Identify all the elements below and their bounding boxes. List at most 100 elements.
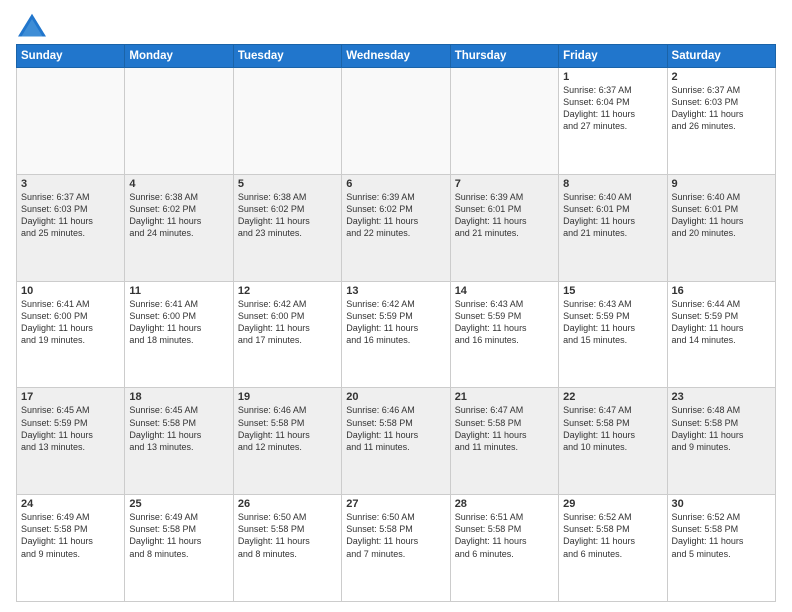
table-row: 12Sunrise: 6:42 AM Sunset: 6:00 PM Dayli… xyxy=(233,281,341,388)
day-number: 24 xyxy=(21,498,120,510)
table-row: 3Sunrise: 6:37 AM Sunset: 6:03 PM Daylig… xyxy=(17,174,125,281)
day-info: Sunrise: 6:43 AM Sunset: 5:59 PM Dayligh… xyxy=(455,298,554,347)
day-number: 1 xyxy=(563,71,662,83)
day-info: Sunrise: 6:42 AM Sunset: 6:00 PM Dayligh… xyxy=(238,298,337,347)
day-info: Sunrise: 6:49 AM Sunset: 5:58 PM Dayligh… xyxy=(129,511,228,560)
day-number: 16 xyxy=(672,285,771,297)
day-number: 2 xyxy=(672,71,771,83)
day-info: Sunrise: 6:44 AM Sunset: 5:59 PM Dayligh… xyxy=(672,298,771,347)
day-header-saturday: Saturday xyxy=(667,45,775,68)
table-row xyxy=(342,68,450,175)
day-info: Sunrise: 6:38 AM Sunset: 6:02 PM Dayligh… xyxy=(129,191,228,240)
day-header-wednesday: Wednesday xyxy=(342,45,450,68)
table-row: 1Sunrise: 6:37 AM Sunset: 6:04 PM Daylig… xyxy=(559,68,667,175)
day-info: Sunrise: 6:43 AM Sunset: 5:59 PM Dayligh… xyxy=(563,298,662,347)
logo xyxy=(16,12,52,40)
calendar-week-4: 17Sunrise: 6:45 AM Sunset: 5:59 PM Dayli… xyxy=(17,388,776,495)
table-row: 5Sunrise: 6:38 AM Sunset: 6:02 PM Daylig… xyxy=(233,174,341,281)
day-number: 22 xyxy=(563,391,662,403)
table-row xyxy=(17,68,125,175)
page: SundayMondayTuesdayWednesdayThursdayFrid… xyxy=(0,0,792,612)
calendar-table: SundayMondayTuesdayWednesdayThursdayFrid… xyxy=(16,44,776,602)
day-number: 3 xyxy=(21,178,120,190)
day-info: Sunrise: 6:40 AM Sunset: 6:01 PM Dayligh… xyxy=(672,191,771,240)
day-info: Sunrise: 6:51 AM Sunset: 5:58 PM Dayligh… xyxy=(455,511,554,560)
day-info: Sunrise: 6:52 AM Sunset: 5:58 PM Dayligh… xyxy=(563,511,662,560)
day-header-friday: Friday xyxy=(559,45,667,68)
day-info: Sunrise: 6:46 AM Sunset: 5:58 PM Dayligh… xyxy=(346,404,445,453)
header-row: SundayMondayTuesdayWednesdayThursdayFrid… xyxy=(17,45,776,68)
day-info: Sunrise: 6:38 AM Sunset: 6:02 PM Dayligh… xyxy=(238,191,337,240)
table-row: 4Sunrise: 6:38 AM Sunset: 6:02 PM Daylig… xyxy=(125,174,233,281)
day-number: 26 xyxy=(238,498,337,510)
day-info: Sunrise: 6:49 AM Sunset: 5:58 PM Dayligh… xyxy=(21,511,120,560)
table-row: 13Sunrise: 6:42 AM Sunset: 5:59 PM Dayli… xyxy=(342,281,450,388)
calendar-week-5: 24Sunrise: 6:49 AM Sunset: 5:58 PM Dayli… xyxy=(17,495,776,602)
day-number: 15 xyxy=(563,285,662,297)
calendar-week-1: 1Sunrise: 6:37 AM Sunset: 6:04 PM Daylig… xyxy=(17,68,776,175)
day-number: 28 xyxy=(455,498,554,510)
day-header-monday: Monday xyxy=(125,45,233,68)
day-number: 10 xyxy=(21,285,120,297)
day-number: 17 xyxy=(21,391,120,403)
table-row: 2Sunrise: 6:37 AM Sunset: 6:03 PM Daylig… xyxy=(667,68,775,175)
day-number: 5 xyxy=(238,178,337,190)
day-number: 19 xyxy=(238,391,337,403)
day-info: Sunrise: 6:50 AM Sunset: 5:58 PM Dayligh… xyxy=(238,511,337,560)
day-number: 11 xyxy=(129,285,228,297)
day-info: Sunrise: 6:45 AM Sunset: 5:59 PM Dayligh… xyxy=(21,404,120,453)
logo-icon xyxy=(16,12,48,40)
day-info: Sunrise: 6:45 AM Sunset: 5:58 PM Dayligh… xyxy=(129,404,228,453)
day-number: 12 xyxy=(238,285,337,297)
header xyxy=(16,12,776,40)
table-row: 7Sunrise: 6:39 AM Sunset: 6:01 PM Daylig… xyxy=(450,174,558,281)
day-number: 7 xyxy=(455,178,554,190)
table-row: 23Sunrise: 6:48 AM Sunset: 5:58 PM Dayli… xyxy=(667,388,775,495)
day-info: Sunrise: 6:41 AM Sunset: 6:00 PM Dayligh… xyxy=(129,298,228,347)
table-row: 20Sunrise: 6:46 AM Sunset: 5:58 PM Dayli… xyxy=(342,388,450,495)
day-number: 29 xyxy=(563,498,662,510)
day-number: 6 xyxy=(346,178,445,190)
table-row: 16Sunrise: 6:44 AM Sunset: 5:59 PM Dayli… xyxy=(667,281,775,388)
table-row xyxy=(125,68,233,175)
day-number: 25 xyxy=(129,498,228,510)
table-row: 17Sunrise: 6:45 AM Sunset: 5:59 PM Dayli… xyxy=(17,388,125,495)
day-info: Sunrise: 6:37 AM Sunset: 6:03 PM Dayligh… xyxy=(21,191,120,240)
table-row: 9Sunrise: 6:40 AM Sunset: 6:01 PM Daylig… xyxy=(667,174,775,281)
day-number: 27 xyxy=(346,498,445,510)
day-number: 21 xyxy=(455,391,554,403)
day-number: 9 xyxy=(672,178,771,190)
day-number: 23 xyxy=(672,391,771,403)
day-number: 13 xyxy=(346,285,445,297)
table-row: 30Sunrise: 6:52 AM Sunset: 5:58 PM Dayli… xyxy=(667,495,775,602)
table-row: 18Sunrise: 6:45 AM Sunset: 5:58 PM Dayli… xyxy=(125,388,233,495)
table-row: 14Sunrise: 6:43 AM Sunset: 5:59 PM Dayli… xyxy=(450,281,558,388)
day-number: 14 xyxy=(455,285,554,297)
day-number: 4 xyxy=(129,178,228,190)
day-info: Sunrise: 6:52 AM Sunset: 5:58 PM Dayligh… xyxy=(672,511,771,560)
day-info: Sunrise: 6:47 AM Sunset: 5:58 PM Dayligh… xyxy=(455,404,554,453)
table-row: 29Sunrise: 6:52 AM Sunset: 5:58 PM Dayli… xyxy=(559,495,667,602)
table-row: 28Sunrise: 6:51 AM Sunset: 5:58 PM Dayli… xyxy=(450,495,558,602)
day-info: Sunrise: 6:42 AM Sunset: 5:59 PM Dayligh… xyxy=(346,298,445,347)
table-row: 27Sunrise: 6:50 AM Sunset: 5:58 PM Dayli… xyxy=(342,495,450,602)
day-info: Sunrise: 6:40 AM Sunset: 6:01 PM Dayligh… xyxy=(563,191,662,240)
table-row: 8Sunrise: 6:40 AM Sunset: 6:01 PM Daylig… xyxy=(559,174,667,281)
table-row: 19Sunrise: 6:46 AM Sunset: 5:58 PM Dayli… xyxy=(233,388,341,495)
day-info: Sunrise: 6:46 AM Sunset: 5:58 PM Dayligh… xyxy=(238,404,337,453)
day-number: 30 xyxy=(672,498,771,510)
table-row: 25Sunrise: 6:49 AM Sunset: 5:58 PM Dayli… xyxy=(125,495,233,602)
day-info: Sunrise: 6:48 AM Sunset: 5:58 PM Dayligh… xyxy=(672,404,771,453)
table-row xyxy=(233,68,341,175)
day-info: Sunrise: 6:39 AM Sunset: 6:02 PM Dayligh… xyxy=(346,191,445,240)
day-info: Sunrise: 6:39 AM Sunset: 6:01 PM Dayligh… xyxy=(455,191,554,240)
day-header-thursday: Thursday xyxy=(450,45,558,68)
day-header-tuesday: Tuesday xyxy=(233,45,341,68)
day-info: Sunrise: 6:47 AM Sunset: 5:58 PM Dayligh… xyxy=(563,404,662,453)
day-number: 8 xyxy=(563,178,662,190)
table-row: 15Sunrise: 6:43 AM Sunset: 5:59 PM Dayli… xyxy=(559,281,667,388)
day-info: Sunrise: 6:37 AM Sunset: 6:03 PM Dayligh… xyxy=(672,84,771,133)
table-row: 11Sunrise: 6:41 AM Sunset: 6:00 PM Dayli… xyxy=(125,281,233,388)
day-info: Sunrise: 6:50 AM Sunset: 5:58 PM Dayligh… xyxy=(346,511,445,560)
day-info: Sunrise: 6:41 AM Sunset: 6:00 PM Dayligh… xyxy=(21,298,120,347)
